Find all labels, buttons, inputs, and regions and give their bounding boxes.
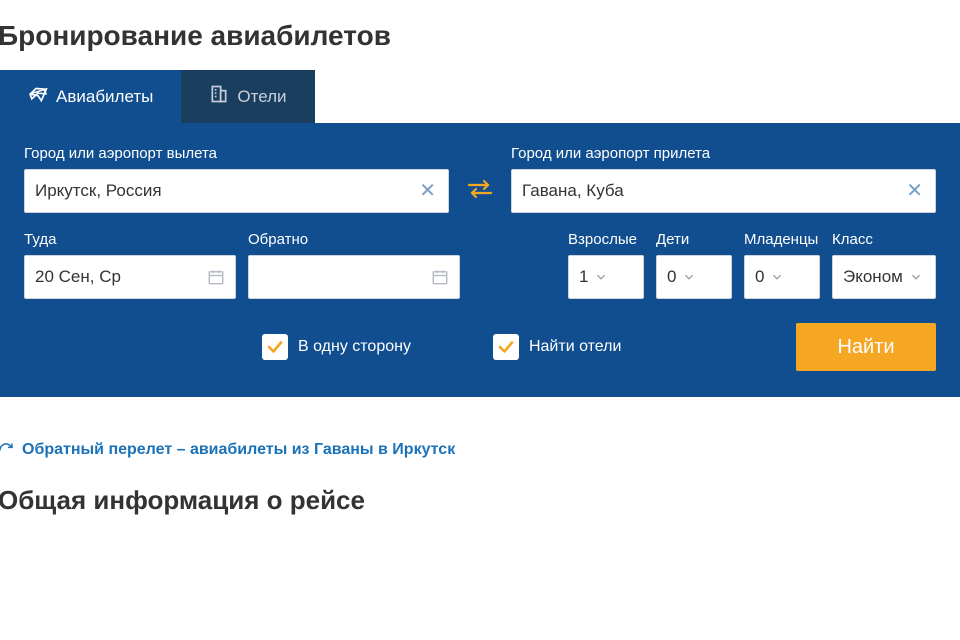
chevron-down-icon: [594, 270, 608, 284]
find-hotels-label: Найти отели: [529, 338, 621, 356]
page-title: Бронирование авиабилетов: [0, 0, 960, 70]
calendar-icon: [207, 268, 225, 286]
return-input[interactable]: [248, 255, 460, 299]
search-button[interactable]: Найти: [796, 323, 936, 371]
find-hotels-checkbox[interactable]: Найти отели: [493, 334, 621, 360]
class-label: Класс: [832, 231, 936, 248]
clear-icon[interactable]: ✕: [904, 181, 925, 201]
class-field: Класс Эконом: [832, 231, 936, 299]
checkbox-icon: [493, 334, 519, 360]
swap-button[interactable]: [461, 169, 499, 213]
refresh-icon: [0, 442, 14, 458]
tab-label: Отели: [237, 87, 286, 107]
infants-label: Младенцы: [744, 231, 820, 248]
swap-icon: [466, 179, 494, 204]
children-select[interactable]: 0: [656, 255, 732, 299]
children-label: Дети: [656, 231, 732, 248]
from-label: Город или аэропорт вылета: [24, 145, 449, 162]
to-input[interactable]: Гавана, Куба ✕: [511, 169, 936, 213]
chevron-down-icon: [682, 270, 696, 284]
clear-icon[interactable]: ✕: [417, 181, 438, 201]
children-value: 0: [667, 267, 676, 287]
building-icon: [209, 84, 229, 109]
tab-label: Авиабилеты: [56, 87, 153, 107]
from-value: Иркутск, Россия: [35, 181, 417, 201]
depart-field: Туда 20 Сен, Ср: [24, 231, 236, 299]
adults-field: Взрослые 1: [568, 231, 644, 299]
to-field: Город или аэропорт прилета Гавана, Куба …: [511, 145, 936, 213]
search-form: Город или аэропорт вылета Иркутск, Росси…: [0, 123, 960, 397]
depart-label: Туда: [24, 231, 236, 248]
depart-value: 20 Сен, Ср: [35, 267, 207, 287]
from-input[interactable]: Иркутск, Россия ✕: [24, 169, 449, 213]
class-value: Эконом: [843, 267, 903, 287]
airplane-icon: [28, 84, 48, 109]
section-title: Общая информация о рейсе: [0, 485, 960, 516]
calendar-icon: [431, 268, 449, 286]
depart-input[interactable]: 20 Сен, Ср: [24, 255, 236, 299]
chevron-down-icon: [909, 270, 923, 284]
tabs: Авиабилеты Отели: [0, 70, 960, 123]
to-label: Город или аэропорт прилета: [511, 145, 936, 162]
return-label: Обратно: [248, 231, 460, 248]
infants-value: 0: [755, 267, 764, 287]
tab-hotels[interactable]: Отели: [181, 70, 314, 123]
infants-field: Младенцы 0: [744, 231, 820, 299]
tab-flights[interactable]: Авиабилеты: [0, 70, 181, 123]
reverse-link-text[interactable]: Обратный перелет – авиабилеты из Гаваны …: [22, 441, 455, 459]
chevron-down-icon: [770, 270, 784, 284]
to-value: Гавана, Куба: [522, 181, 904, 201]
infants-select[interactable]: 0: [744, 255, 820, 299]
adults-select[interactable]: 1: [568, 255, 644, 299]
reverse-flight-link[interactable]: Обратный перелет – авиабилеты из Гаваны …: [0, 441, 960, 459]
one-way-checkbox[interactable]: В одну сторону: [262, 334, 411, 360]
adults-label: Взрослые: [568, 231, 644, 248]
from-field: Город или аэропорт вылета Иркутск, Росси…: [24, 145, 449, 213]
adults-value: 1: [579, 267, 588, 287]
children-field: Дети 0: [656, 231, 732, 299]
return-field: Обратно: [248, 231, 460, 299]
checkbox-icon: [262, 334, 288, 360]
one-way-label: В одну сторону: [298, 338, 411, 356]
class-select[interactable]: Эконом: [832, 255, 936, 299]
